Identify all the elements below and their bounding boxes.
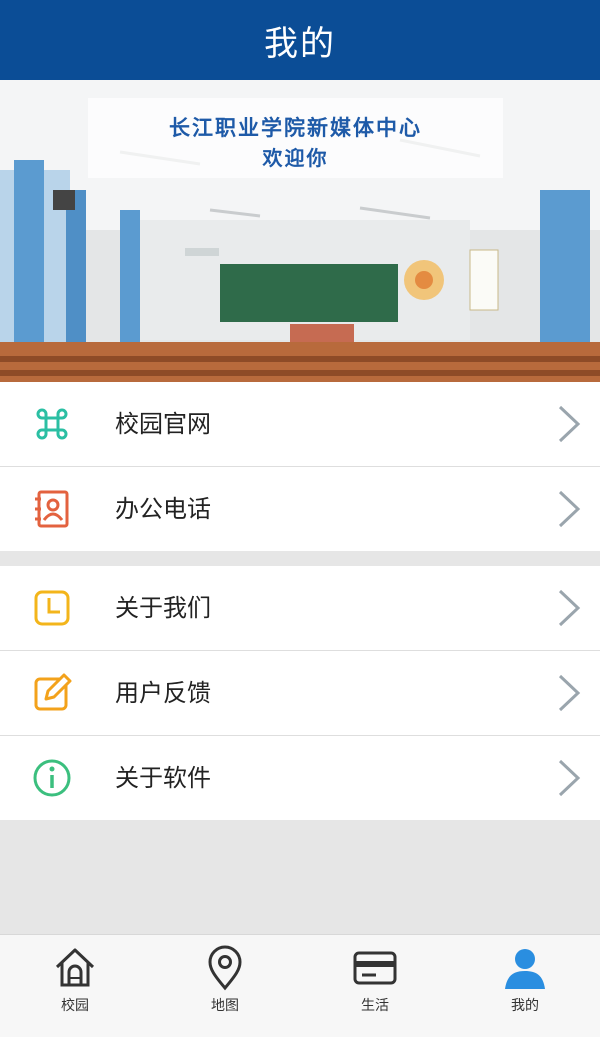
banner-image: 长江职业学院新媒体中心 欢迎你 — [0, 80, 600, 382]
welcome-card: 长江职业学院新媒体中心 欢迎你 — [88, 98, 503, 178]
bottom-tab-bar: 校园 地图 生活 我的 — [0, 934, 600, 1037]
chevron-right-icon — [558, 589, 581, 627]
banner-subtitle: 欢迎你 — [262, 146, 329, 170]
chevron-right-icon — [558, 759, 581, 797]
tab-mine[interactable]: 我的 — [450, 935, 600, 1037]
tab-label: 生活 — [361, 998, 389, 1014]
menu-item-label: 校园官网 — [115, 410, 211, 438]
menu-item-label: 办公电话 — [115, 495, 211, 523]
tab-life[interactable]: 生活 — [300, 935, 450, 1037]
house-icon — [55, 948, 95, 987]
clock-icon — [34, 590, 70, 626]
card-icon — [353, 951, 397, 985]
page-title: 我的 — [264, 23, 336, 64]
chevron-right-icon — [558, 674, 581, 712]
tab-campus[interactable]: 校园 — [0, 935, 150, 1037]
command-icon — [36, 408, 68, 440]
menu-item-about-us[interactable]: 关于我们 — [0, 566, 600, 651]
menu-item-campus-website[interactable]: 校园官网 — [0, 382, 600, 467]
map-pin-icon — [208, 945, 242, 991]
edit-icon — [34, 673, 72, 711]
info-icon — [33, 759, 71, 797]
menu-group-links: 校园官网 办公电话 — [0, 382, 600, 551]
app-header: 我的 — [0, 0, 600, 80]
tab-label: 我的 — [511, 998, 539, 1014]
menu-item-label: 用户反馈 — [115, 679, 211, 707]
tab-label: 校园 — [61, 998, 89, 1014]
tab-map[interactable]: 地图 — [150, 935, 300, 1037]
menu-group-about: 关于我们 用户反馈 关于软件 — [0, 566, 600, 820]
menu-item-label: 关于软件 — [115, 764, 211, 792]
menu-item-user-feedback[interactable]: 用户反馈 — [0, 651, 600, 736]
tab-label: 地图 — [211, 998, 239, 1014]
menu-item-label: 关于我们 — [115, 594, 211, 622]
chevron-right-icon — [558, 490, 581, 528]
chevron-right-icon — [558, 405, 581, 443]
user-icon — [505, 949, 545, 989]
banner-title: 长江职业学院新媒体中心 — [169, 116, 422, 140]
menu-item-office-phone[interactable]: 办公电话 — [0, 467, 600, 551]
contact-book-icon — [35, 490, 69, 528]
menu-item-about-software[interactable]: 关于软件 — [0, 736, 600, 820]
